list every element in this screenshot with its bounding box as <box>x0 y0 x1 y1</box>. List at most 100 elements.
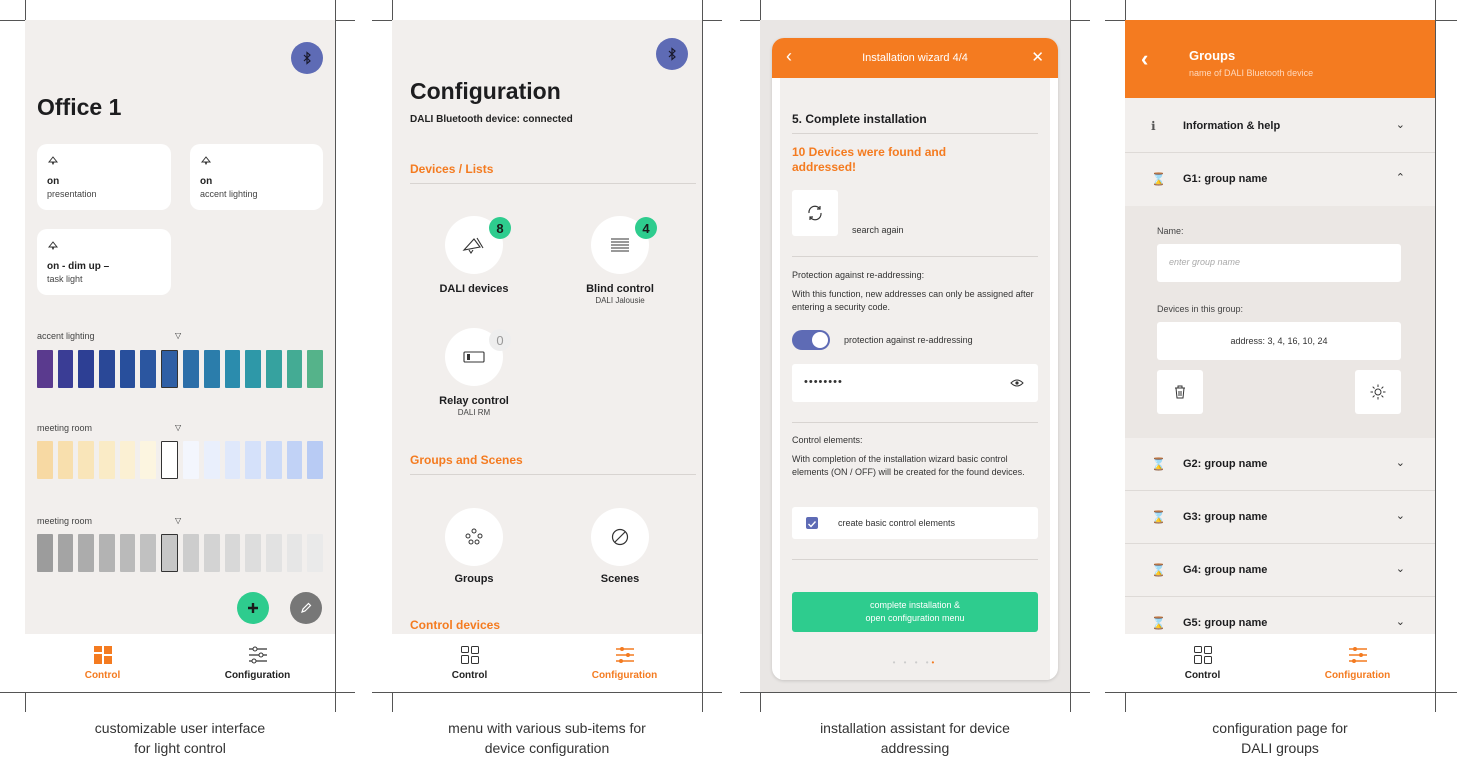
tab-configuration[interactable]: Configuration <box>1280 634 1435 692</box>
color-swatch[interactable] <box>266 350 282 388</box>
crop-line <box>740 692 1090 693</box>
groups-button[interactable] <box>445 508 503 566</box>
sliders-icon <box>1348 646 1367 663</box>
color-swatch[interactable] <box>245 350 262 388</box>
color-swatch[interactable] <box>286 350 303 388</box>
color-swatch[interactable] <box>307 441 323 479</box>
bluetooth-button[interactable] <box>656 38 688 70</box>
color-swatch[interactable] <box>183 534 200 572</box>
color-strip-temperature[interactable] <box>37 441 323 479</box>
color-swatch[interactable] <box>286 441 303 479</box>
color-swatch[interactable] <box>119 534 136 572</box>
group-name-input[interactable]: enter group name <box>1157 244 1401 282</box>
color-swatch[interactable] <box>140 534 156 572</box>
color-swatch[interactable] <box>266 534 282 572</box>
device-addresses[interactable]: address: 3, 4, 16, 10, 24 <box>1157 322 1401 360</box>
tab-control[interactable]: Control <box>392 634 547 692</box>
color-strip-brightness[interactable] <box>37 534 323 572</box>
divider <box>410 183 696 184</box>
group-row-g4[interactable]: ⌛ G4: group name ⌄ <box>1125 544 1435 596</box>
color-swatch[interactable] <box>98 441 115 479</box>
group-row-g2[interactable]: ⌛ G2: group name ⌄ <box>1125 438 1435 490</box>
light-tile-presentation[interactable]: on presentation <box>37 144 171 210</box>
page-title: Groups <box>1189 48 1236 63</box>
crop-line <box>702 0 703 712</box>
checkbox[interactable] <box>806 517 818 529</box>
color-swatch[interactable] <box>140 350 156 388</box>
chevron-down-icon: ⌄ <box>1395 119 1405 131</box>
color-swatch[interactable] <box>78 350 94 388</box>
color-swatch[interactable] <box>140 441 156 479</box>
add-button[interactable] <box>237 592 269 624</box>
device-count-badge: 0 <box>489 329 511 351</box>
tab-label: Configuration <box>1324 669 1391 681</box>
color-swatch[interactable] <box>119 441 136 479</box>
tab-configuration[interactable]: Configuration <box>547 634 702 692</box>
color-swatch[interactable] <box>160 350 179 388</box>
device-name: name of DALI Bluetooth device <box>1189 68 1314 78</box>
group-row-g1[interactable]: ⌛ G1: group name ⌃ <box>1125 153 1435 205</box>
identify-light-button[interactable] <box>1355 370 1401 414</box>
color-swatch[interactable] <box>98 350 115 388</box>
active-page-dot: • <box>931 658 938 667</box>
bluetooth-button[interactable] <box>291 42 323 74</box>
groups-icon <box>465 528 483 545</box>
color-swatch[interactable] <box>307 534 323 572</box>
color-swatch[interactable] <box>57 350 74 388</box>
control-grid-icon <box>460 645 479 664</box>
color-swatch[interactable] <box>224 534 241 572</box>
strip-marker: ▽ <box>175 423 182 432</box>
color-swatch[interactable] <box>245 441 262 479</box>
tab-configuration[interactable]: Configuration <box>180 634 335 692</box>
password-field[interactable]: •••••••• <box>792 364 1038 402</box>
complete-installation-button[interactable]: complete installation & open configurati… <box>792 592 1038 632</box>
color-swatch[interactable] <box>224 350 241 388</box>
scenes-button[interactable] <box>591 508 649 566</box>
tab-control[interactable]: Control <box>1125 634 1280 692</box>
color-swatch[interactable] <box>57 534 74 572</box>
color-swatch[interactable] <box>204 441 220 479</box>
color-swatch[interactable] <box>37 350 53 388</box>
back-chevron-icon[interactable]: ‹ <box>1141 46 1148 72</box>
color-swatch[interactable] <box>204 534 220 572</box>
protection-toggle[interactable] <box>792 330 830 350</box>
group-icon: ⌛ <box>1151 616 1166 630</box>
color-swatch[interactable] <box>78 441 94 479</box>
light-tile-task[interactable]: on - dim up – task light <box>37 229 171 295</box>
color-swatch[interactable] <box>98 534 115 572</box>
eye-icon[interactable] <box>1010 378 1024 388</box>
sliders-icon <box>248 646 267 663</box>
color-strip-accent[interactable] <box>37 350 323 388</box>
light-tile-accent[interactable]: on accent lighting <box>190 144 323 210</box>
color-swatch[interactable] <box>204 350 220 388</box>
color-swatch[interactable] <box>286 534 303 572</box>
scenes-icon <box>611 528 629 546</box>
color-swatch[interactable] <box>78 534 94 572</box>
tab-control[interactable]: Control <box>25 634 180 692</box>
color-swatch[interactable] <box>183 441 200 479</box>
group-row-g3[interactable]: ⌛ G3: group name ⌄ <box>1125 491 1435 543</box>
color-swatch[interactable] <box>245 534 262 572</box>
page-dots: • • • • <box>892 658 932 667</box>
color-swatch[interactable] <box>57 441 74 479</box>
caption-control: customizable user interface for light co… <box>25 718 335 758</box>
color-swatch[interactable] <box>160 534 179 572</box>
create-elements-row[interactable]: create basic control elements <box>792 507 1038 539</box>
color-swatch[interactable] <box>37 534 53 572</box>
color-swatch[interactable] <box>266 441 282 479</box>
color-swatch[interactable] <box>183 350 200 388</box>
page-title: Configuration <box>410 78 561 104</box>
edit-button[interactable] <box>290 592 322 624</box>
color-swatch[interactable] <box>160 441 179 479</box>
color-swatch[interactable] <box>307 350 323 388</box>
delete-button[interactable] <box>1157 370 1203 414</box>
caption-line: addressing <box>880 740 950 756</box>
close-icon[interactable]: ✕ <box>1031 48 1044 66</box>
tab-bar: Control Configuration <box>1125 634 1435 692</box>
search-again-button[interactable] <box>792 190 838 236</box>
color-swatch[interactable] <box>119 350 136 388</box>
info-help-row[interactable]: ℹ Information & help ⌄ <box>1125 100 1435 152</box>
color-swatch[interactable] <box>37 441 53 479</box>
button-line: open configuration menu <box>865 613 965 623</box>
color-swatch[interactable] <box>224 441 241 479</box>
